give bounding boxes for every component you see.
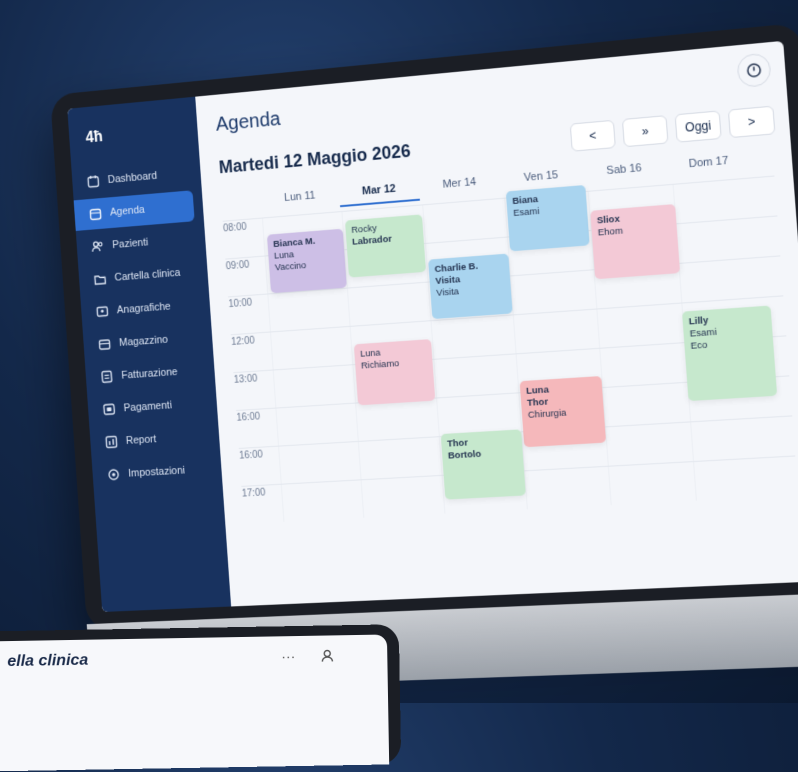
calendar-icon — [89, 207, 103, 221]
sidebar-item-label: Pazienti — [112, 237, 149, 251]
appointment-card[interactable]: LunaRichiamo — [354, 339, 436, 405]
folder-icon — [93, 272, 107, 286]
sidebar-item-label: Pagamenti — [123, 400, 172, 415]
monitor-bezel: 4ħ Dashboard Agenda Pazienti Cartella cl… — [50, 23, 798, 630]
time-grid: 08:00 09:00 10:00 12:00 13:00 16:00 16:0… — [223, 176, 798, 524]
time-label: 13:00 — [233, 371, 275, 411]
appointment-card[interactable]: SlioxEhom — [590, 204, 680, 279]
appointment-card[interactable]: Charlie B.VisitaVisita — [428, 254, 513, 320]
user-icon[interactable] — [319, 647, 335, 668]
today-button[interactable]: Oggi — [675, 110, 722, 142]
sidebar-item-label: Agenda — [110, 204, 145, 218]
time-label: 10:00 — [228, 294, 270, 334]
day-column-header[interactable]: Sab 16 — [581, 154, 667, 187]
sidebar-item-label: Impostazioni — [128, 465, 186, 480]
appointment-card[interactable]: ThorBortolo — [441, 429, 526, 499]
appointment-card[interactable]: BianaEsami — [506, 185, 590, 251]
time-label: 12:00 — [231, 333, 273, 373]
next-button[interactable]: > — [728, 106, 776, 139]
chart-icon — [105, 435, 119, 449]
time-label: 16:00 — [239, 447, 281, 486]
main-content: Agenda < » Oggi > Martedi 12 Maggio 2026… — [195, 41, 798, 607]
sidebar-item-label: Magazzino — [119, 334, 169, 349]
current-date: Martedi 12 Maggio 2026 — [218, 141, 411, 178]
users-icon — [91, 239, 105, 253]
gear-icon — [107, 468, 121, 482]
sidebar-item-label: Dashboard — [107, 170, 157, 186]
time-label: 09:00 — [225, 257, 267, 297]
appointment-card[interactable]: Bianca M.LunaVaccino — [267, 229, 347, 294]
sidebar-item-label: Anagrafiche — [116, 301, 171, 317]
week-calendar: Lun 11 Mar 12 Mer 14 Ven 15 Sab 16 Dom 1… — [221, 145, 798, 524]
sidebar-item-label: Report — [126, 433, 157, 446]
day-column-header[interactable]: Mer 14 — [418, 168, 501, 201]
time-label: 17:00 — [241, 485, 283, 524]
id-card-icon — [96, 304, 110, 318]
more-icon[interactable]: ··· — [281, 648, 295, 664]
day-column-header[interactable]: Dom 17 — [665, 147, 752, 181]
appointment-card[interactable]: RockyLabrador — [345, 214, 426, 277]
sidebar-item-report[interactable]: Report — [89, 420, 220, 459]
tablet-device: ella clinica ··· — [0, 624, 401, 771]
prev-button[interactable]: < — [570, 120, 616, 152]
card-icon — [102, 402, 116, 416]
sidebar-item-label: Fatturazione — [121, 366, 178, 381]
app-window: 4ħ Dashboard Agenda Pazienti Cartella cl… — [67, 41, 798, 612]
day-column-header-active[interactable]: Mar 12 — [338, 175, 420, 207]
appointment-card[interactable]: LillyEsamiEco — [682, 306, 777, 402]
fast-forward-button[interactable]: » — [622, 115, 669, 147]
calendar-controls: < » Oggi > — [570, 106, 776, 152]
sidebar-item-label: Cartella clinica — [114, 267, 180, 284]
invoice-icon — [100, 370, 114, 384]
monitor: 4ħ Dashboard Agenda Pazienti Cartella cl… — [0, 0, 798, 703]
box-icon — [98, 337, 112, 351]
sidebar-item-impostazioni[interactable]: Impostazioni — [92, 453, 223, 491]
time-label: 08:00 — [223, 219, 265, 259]
day-column-header[interactable]: Lun 11 — [260, 182, 340, 214]
tablet-page-title: ella clinica — [7, 652, 88, 671]
time-label: 16:00 — [236, 409, 278, 448]
calendar-icon — [86, 174, 100, 188]
appointment-card[interactable]: LunaThorChirurgia — [520, 376, 607, 447]
